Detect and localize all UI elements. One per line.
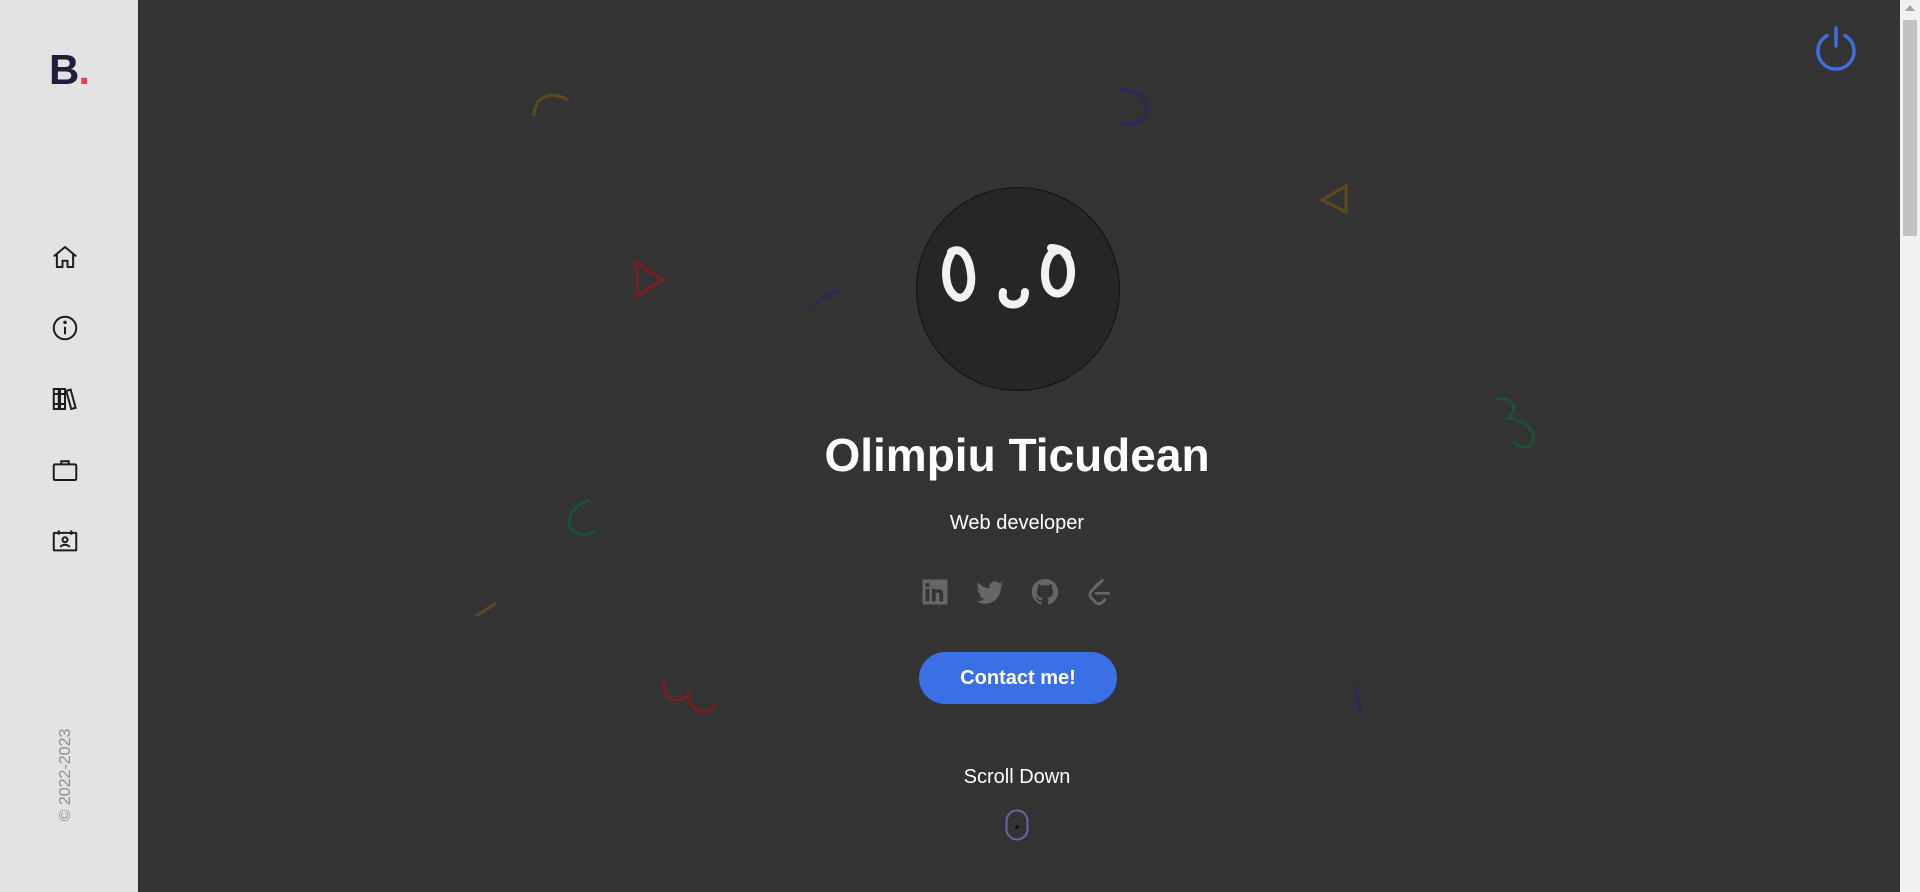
info-icon (52, 315, 78, 341)
deco-arc (1119, 88, 1148, 126)
linkedin-icon (922, 579, 948, 605)
leetcode-icon (1088, 578, 1111, 606)
contact-button[interactable]: Contact me! (919, 652, 1117, 704)
deco-line (1353, 685, 1363, 714)
deco-triangle (634, 259, 665, 299)
deco-arc (567, 498, 598, 537)
deco-line (475, 601, 497, 618)
nav-home-button[interactable] (47, 239, 83, 275)
page-title: Olimpiu Ticudean (824, 429, 1210, 481)
deco-three (1493, 397, 1536, 449)
leetcode-link[interactable] (1083, 575, 1117, 609)
contact-card-icon (52, 530, 78, 552)
home-icon (53, 246, 77, 268)
scroll-down-button[interactable] (1005, 809, 1029, 841)
deco-arc (532, 93, 569, 117)
mouse-icon (1005, 809, 1029, 841)
copyright-text: © 2022-2023 (57, 728, 74, 822)
deco-triangle (1318, 183, 1348, 215)
nav-skills-button[interactable] (47, 381, 83, 417)
github-icon (1031, 578, 1059, 605)
books-icon (52, 388, 77, 411)
github-link[interactable] (1028, 575, 1062, 609)
twitter-link[interactable] (973, 575, 1007, 609)
sidebar: B. © 2022-2023 (0, 0, 138, 892)
scroll-down-label: Scroll Down (963, 766, 1071, 788)
subtitle: Web developer (949, 512, 1085, 534)
scroll-up-arrow-icon[interactable] (1905, 5, 1915, 11)
deco-squiggle (662, 679, 716, 714)
briefcase-icon (52, 460, 78, 481)
logo-dot: . (78, 46, 90, 93)
power-icon (1816, 26, 1856, 71)
logo-letter: B (49, 46, 79, 93)
face-avatar-icon (942, 244, 1075, 309)
scrollbar-thumb[interactable] (1903, 20, 1917, 236)
logo[interactable]: B. (49, 46, 90, 94)
nav-about-button[interactable] (47, 310, 83, 346)
nav-portfolio-button[interactable] (47, 452, 83, 488)
nav-contact-button[interactable] (47, 523, 83, 559)
power-button[interactable] (1812, 24, 1860, 72)
linkedin-link[interactable] (918, 575, 952, 609)
avatar (916, 187, 1120, 391)
twitter-icon (976, 581, 1004, 604)
scrollbar[interactable] (1900, 0, 1920, 892)
deco-line (811, 288, 839, 308)
